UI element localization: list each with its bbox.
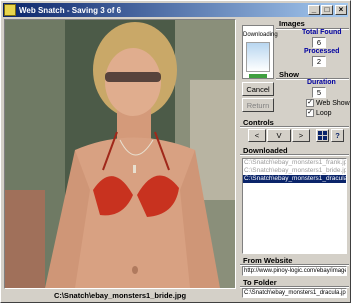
close-button[interactable]: ×	[335, 5, 347, 15]
download-picture-icon	[246, 42, 270, 72]
duration-label: Duration	[307, 79, 336, 86]
download-animation: Downloading	[242, 25, 278, 79]
loop-checkbox[interactable]: ✓ Loop	[306, 109, 332, 117]
list-item[interactable]: C:\Snatch\ebay_monsters1_frank.jpg	[243, 159, 346, 167]
title-bar[interactable]: Web Snatch - Saving 3 of 6 _ □ ×	[3, 3, 348, 17]
list-item[interactable]: C:\Snatch\ebay_monsters1_bride.jpg	[243, 167, 346, 175]
downloaded-list[interactable]: C:\Snatch\ebay_monsters1_frank.jpg C:\Sn…	[242, 158, 347, 254]
processed-label: Processed	[304, 48, 340, 55]
minimize-button[interactable]: _	[308, 5, 320, 15]
downloading-label: Downloading	[243, 32, 278, 38]
cancel-label: Cancel	[246, 85, 270, 94]
loop-check-icon: ✓	[306, 109, 314, 117]
window-title: Web Snatch - Saving 3 of 6	[19, 5, 122, 15]
duration-input[interactable]: 5	[312, 87, 326, 98]
from-website-field[interactable]: http://www.pinoy-logic.com/ebay/image/3.…	[242, 266, 347, 276]
next-button[interactable]: >	[292, 129, 310, 142]
total-found-label: Total Found	[302, 29, 342, 36]
web-show-checkbox[interactable]: ✓ Web Show	[306, 99, 350, 107]
app-window: Web Snatch - Saving 3 of 6 _ □ × C:\Snat…	[0, 0, 351, 303]
control-panel: Downloading Images Total Found 6 Process…	[240, 19, 350, 302]
processed-value: 2	[312, 56, 326, 67]
controls-divider	[240, 126, 349, 128]
previous-button[interactable]: <	[248, 129, 266, 142]
return-button[interactable]: Return	[242, 98, 274, 112]
help-icon[interactable]: ?	[331, 129, 344, 142]
cancel-button[interactable]: Cancel	[242, 82, 274, 96]
downloaded-divider	[240, 154, 349, 156]
to-folder-field[interactable]: C:\Snatch\ebay_monsters1_dracula.jpg	[242, 288, 347, 298]
images-heading: Images	[279, 19, 305, 28]
preview-picture	[5, 20, 235, 288]
list-item-selected[interactable]: C:\Snatch\ebay_monsters1_dracula.jpg	[243, 175, 346, 183]
total-found-value: 6	[312, 37, 326, 48]
play-button[interactable]: V	[267, 129, 291, 142]
download-progress-bar	[249, 74, 267, 78]
return-label: Return	[246, 101, 270, 110]
grid-view-icon[interactable]	[316, 129, 329, 142]
web-show-label: Web Show	[316, 99, 350, 107]
web-show-check-icon: ✓	[306, 99, 314, 107]
loop-label: Loop	[316, 109, 332, 117]
preview-image	[4, 19, 236, 289]
app-icon	[4, 4, 16, 16]
maximize-button[interactable]: □	[321, 5, 333, 15]
preview-caption: C:\Snatch\ebay_monsters1_bride.jpg	[53, 291, 187, 300]
